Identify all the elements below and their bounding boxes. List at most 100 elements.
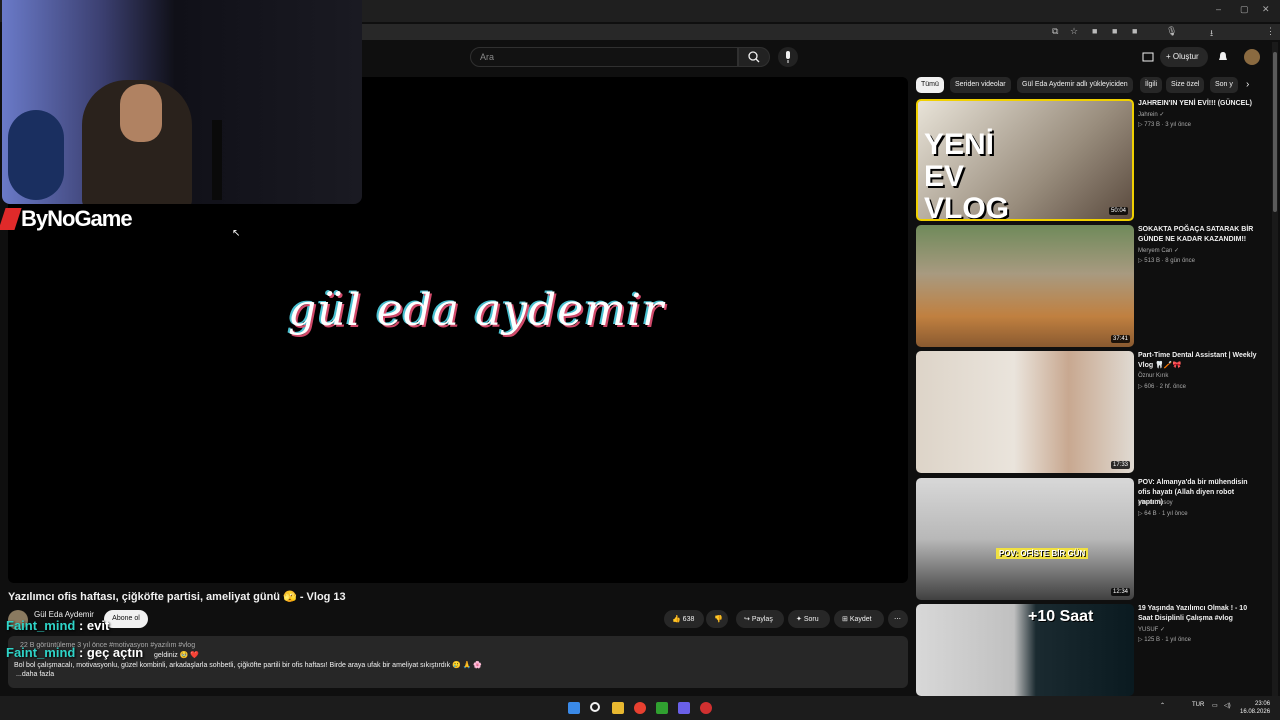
save-button[interactable]: ⊞ Kaydet [834,610,884,628]
close-button[interactable]: ✕ [1262,4,1270,15]
recommendation-channel[interactable]: Musa Ulusoy [1138,500,1173,506]
chrome-icon[interactable] [634,702,646,714]
dislike-button[interactable]: 👎 [706,610,728,628]
search-icon [748,51,760,63]
app-icon[interactable] [700,702,712,714]
microphone-stand [212,120,222,200]
chip-related[interactable]: İlgili [1140,77,1163,93]
video-thumbnail[interactable]: YENİ EV VLOG 50:04 [916,99,1134,221]
description-body: Bol bol çalışmacalı, motivasyonlu, güzel… [14,662,483,669]
recommendation-title[interactable]: SOKAKTA POĞAÇA SATARAK BİR GÜNDE NE KADA… [1138,225,1258,245]
search-input[interactable]: Ara [470,47,738,67]
windows-start-icon[interactable] [568,702,580,714]
bynogame-logo-icon [0,208,22,230]
video-thumbnail[interactable]: 37:41 [916,225,1134,347]
app-icon[interactable] [656,702,668,714]
like-count: 638 [682,616,695,623]
account-avatar[interactable] [1244,49,1260,65]
bookmark-star-icon[interactable]: ☆ [1070,26,1078,37]
guitar [8,110,64,200]
video-duration: 12:34 [1110,588,1130,596]
chevron-right-icon[interactable]: › [1246,79,1249,90]
create-label: Oluştur [1172,52,1199,61]
taskbar-clock[interactable]: 23:06 16.08.2026 [1240,700,1270,716]
video-duration: 50:04 [1108,207,1128,215]
chat-text: : geç açtın [75,645,144,660]
clock-date: 16.08.2026 [1240,709,1271,715]
recommendation-channel[interactable]: Jahrein ✓ [1138,111,1164,118]
subscribe-button[interactable]: Abone ol [104,610,148,628]
like-button[interactable]: 👍 638 [664,610,704,628]
ask-label: Soru [803,616,819,623]
recommendation-item[interactable]: YENİ EV VLOG 50:04 JAHREIN'IN YENİ EVİ!!… [916,99,1272,221]
cast-icon[interactable]: ⧉ [1052,26,1058,37]
chip-series[interactable]: Seriden videolar [950,77,1011,93]
microphone-icon [786,51,790,63]
chat-nick: Faint_mind [6,645,76,660]
extension-icon[interactable]: ■ [1132,26,1137,36]
ask-button[interactable]: ✦ Soru [788,610,830,628]
cast-icon[interactable] [1142,51,1154,63]
maximize-button[interactable]: ▢ [1240,4,1249,15]
recommendation-channel[interactable]: Öznur Kırık [1138,373,1168,379]
recommendation-meta: ▷ 606 · 2 hf. önce [1138,384,1186,390]
recommendation-title[interactable]: 19 Yaşında Yazılımcı Olmak ! - 10 Saat D… [1138,604,1258,624]
chat-message: Faint_mind : geç açtın [6,645,143,660]
sparkle-icon: ✦ [796,616,804,623]
video-title: Yazılımcı ofis haftası, çiğköfte partisi… [8,591,346,603]
chip-uploader[interactable]: Gül Eda Aydemir adlı yükleyiciden [1017,77,1133,93]
video-duration: 37:41 [1110,335,1130,343]
voice-search-button[interactable] [778,47,798,67]
scrollbar-thumb[interactable] [1273,52,1277,212]
recommendation-item[interactable]: 17:33 Part-Time Dental Assistant | Weekl… [916,351,1272,473]
network-icon[interactable]: ▭ [1212,702,1218,709]
browser-menu-icon[interactable]: ⋮ [1266,26,1275,37]
volume-icon[interactable]: ◁) [1224,702,1231,709]
share-button[interactable]: ↪ Paylaş [736,610,784,628]
file-explorer-icon[interactable] [612,702,624,714]
extension-icon[interactable]: ■ [1112,26,1117,36]
video-thumbnail[interactable]: +10 Saat [916,604,1134,696]
video-thumbnail[interactable]: 17:33 [916,351,1134,473]
chevron-up-icon[interactable]: ⌃ [1160,702,1165,709]
extension-icon[interactable]: ■ [1092,26,1097,36]
recommendation-item[interactable]: POV: OFİSTE BİR GÜN 12:34 POV: Almanya'd… [916,478,1272,600]
more-actions-button[interactable]: ⋯ [888,610,908,628]
search-icon[interactable] [590,702,600,712]
plus-icon: + [1166,52,1173,61]
search-button[interactable] [738,47,770,67]
notifications-bell-icon[interactable] [1217,51,1229,63]
streamer-face [120,84,162,142]
recommendation-channel[interactable]: YUSUF ✓ [1138,626,1165,633]
video-duration: 17:33 [1110,461,1130,469]
video-thumbnail[interactable]: POV: OFİSTE BİR GÜN 12:34 [916,478,1134,600]
chat-message: Faint_mind : evit [6,618,109,633]
download-icon[interactable]: ⭳ [1210,26,1213,42]
video-description[interactable]: 22 B görüntüleme 3 yıl önce #motivasyon … [8,636,908,688]
minimize-button[interactable]: – [1216,4,1221,14]
chip-for-you[interactable]: Size özel [1166,77,1205,93]
thumbnail-text: +10 Saat [1028,608,1094,625]
recommendation-meta: ▷ 513 B · 8 gün önce [1138,258,1195,264]
description-greeting: geldiniz 🥹 ❤️ [154,652,200,659]
chat-text: : evit [75,618,110,633]
create-button[interactable]: + Oluştur [1160,47,1208,67]
recommendation-title[interactable]: JAHREIN'IN YENİ EVİ!!! (GÜNCEL) [1138,99,1258,109]
recommendation-title[interactable]: Part-Time Dental Assistant | Weekly Vlog… [1138,351,1258,371]
save-label: Kaydet [849,616,872,623]
recommendation-item[interactable]: 37:41 SOKAKTA POĞAÇA SATARAK BİR GÜNDE N… [916,225,1272,347]
description-more-link[interactable]: ...daha fazla [16,671,902,678]
bynogame-logo: ByNoGame [0,206,133,232]
recommendation-item[interactable]: +10 Saat 19 Yaşında Yazılımcı Olmak ! - … [916,604,1272,696]
chip-all[interactable]: Tümü [916,77,944,93]
thumbnail-text: POV: OFİSTE BİR GÜN [996,548,1089,559]
address-bar[interactable]: ⧉ ☆ ■ ■ ■ 🎙 ⭳ ⋮ [362,24,1280,40]
discord-icon[interactable] [678,702,690,714]
microphone-icon[interactable]: 🎙 [1166,26,1177,37]
recommendation-channel[interactable]: Meryem Can ✓ [1138,247,1179,254]
chip-recent[interactable]: Son y [1210,77,1238,93]
language-indicator[interactable]: TUR [1192,702,1204,708]
webcam-overlay [2,0,362,204]
mouse-cursor-icon: ↖ [232,228,241,239]
description-meta: 22 B görüntüleme 3 yıl önce #motivasyon … [20,642,196,649]
